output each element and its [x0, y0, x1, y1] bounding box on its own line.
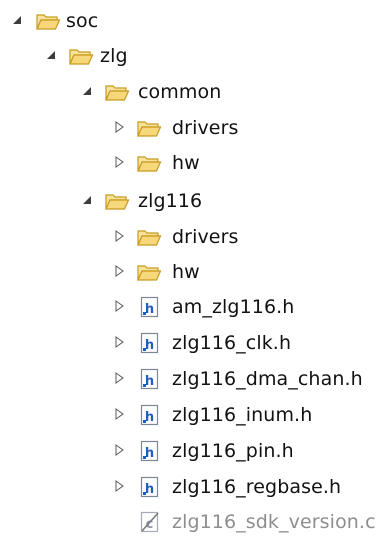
tree-item-zlg116-inum-h[interactable]: h zlg116_inum.h	[0, 400, 392, 430]
tree-item-label: zlg	[100, 45, 128, 67]
tree-item-label: hw	[172, 152, 200, 174]
header-file-icon: h	[140, 404, 159, 426]
collapsed-arrow-icon[interactable]	[112, 335, 126, 349]
tree-item-zlg116-dma-chan-h[interactable]: h zlg116_dma_chan.h	[0, 364, 392, 394]
tree-item-label: drivers	[172, 117, 239, 139]
tree-item-label: zlg116_inum.h	[172, 404, 313, 426]
svg-text:h: h	[145, 374, 154, 389]
svg-text:h: h	[145, 338, 154, 353]
header-file-icon: h	[140, 476, 159, 498]
header-file-icon: h	[140, 368, 159, 390]
tree-item-zlg116[interactable]: zlg116	[0, 186, 392, 216]
collapsed-arrow-icon[interactable]	[112, 443, 126, 457]
folder-icon	[137, 265, 162, 281]
folder-icon	[137, 230, 162, 246]
tree-item-label: zlg116_regbase.h	[172, 476, 342, 498]
collapsed-arrow-icon[interactable]	[112, 264, 126, 278]
tree-item-am-zlg116-h[interactable]: h am_zlg116.h	[0, 292, 392, 322]
svg-text:h: h	[145, 302, 154, 317]
folder-icon	[137, 121, 162, 137]
tree-item-zlg116-drivers[interactable]: drivers	[0, 222, 392, 252]
tree-item-zlg[interactable]: zlg	[0, 41, 392, 71]
excluded-c-file-icon: c	[140, 511, 159, 533]
collapsed-arrow-icon[interactable]	[112, 407, 126, 421]
tree-item-common-hw[interactable]: hw	[0, 148, 392, 178]
svg-text:h: h	[145, 482, 154, 497]
header-file-icon: h	[140, 296, 159, 318]
tree-item-label: common	[138, 81, 222, 103]
svg-text:h: h	[145, 446, 154, 461]
folder-icon	[137, 156, 162, 172]
open-folder-icon	[105, 85, 130, 101]
tree-item-label: zlg116_sdk_version.c	[172, 511, 376, 533]
tree-item-zlg116-hw[interactable]: hw	[0, 257, 392, 287]
collapsed-arrow-icon[interactable]	[112, 479, 126, 493]
tree-item-label: zlg116_clk.h	[172, 332, 292, 354]
open-folder-icon	[105, 194, 130, 210]
tree-item-common[interactable]: common	[0, 77, 392, 107]
tree-item-zlg116-regbase-h[interactable]: h zlg116_regbase.h	[0, 472, 392, 502]
open-folder-icon	[69, 49, 94, 65]
collapsed-arrow-icon[interactable]	[112, 371, 126, 385]
tree-item-label: zlg116_dma_chan.h	[172, 368, 363, 390]
tree-item-label: zlg116_pin.h	[172, 440, 294, 462]
tree-item-label: drivers	[172, 226, 239, 248]
tree-item-zlg116-clk-h[interactable]: h zlg116_clk.h	[0, 328, 392, 358]
expanded-arrow-icon[interactable]	[44, 48, 58, 62]
expanded-arrow-icon[interactable]	[10, 13, 24, 27]
collapsed-arrow-icon[interactable]	[112, 155, 126, 169]
header-file-icon: h	[140, 332, 159, 354]
project-explorer-tree: soc zlg common drivers hw zlg116 drivers…	[0, 0, 392, 533]
collapsed-arrow-icon[interactable]	[112, 229, 126, 243]
tree-item-label: hw	[172, 261, 200, 283]
open-folder-icon	[36, 14, 61, 30]
tree-item-soc[interactable]: soc	[0, 6, 392, 36]
expanded-arrow-icon[interactable]	[80, 84, 94, 98]
tree-item-common-drivers[interactable]: drivers	[0, 113, 392, 143]
collapsed-arrow-icon[interactable]	[112, 299, 126, 313]
collapsed-arrow-icon[interactable]	[112, 120, 126, 134]
expanded-arrow-icon[interactable]	[80, 193, 94, 207]
svg-text:h: h	[145, 410, 154, 425]
tree-item-label: am_zlg116.h	[172, 296, 295, 318]
tree-item-zlg116-pin-h[interactable]: h zlg116_pin.h	[0, 436, 392, 466]
header-file-icon: h	[140, 440, 159, 462]
tree-item-label: zlg116	[138, 190, 203, 212]
tree-item-label: soc	[66, 10, 99, 32]
